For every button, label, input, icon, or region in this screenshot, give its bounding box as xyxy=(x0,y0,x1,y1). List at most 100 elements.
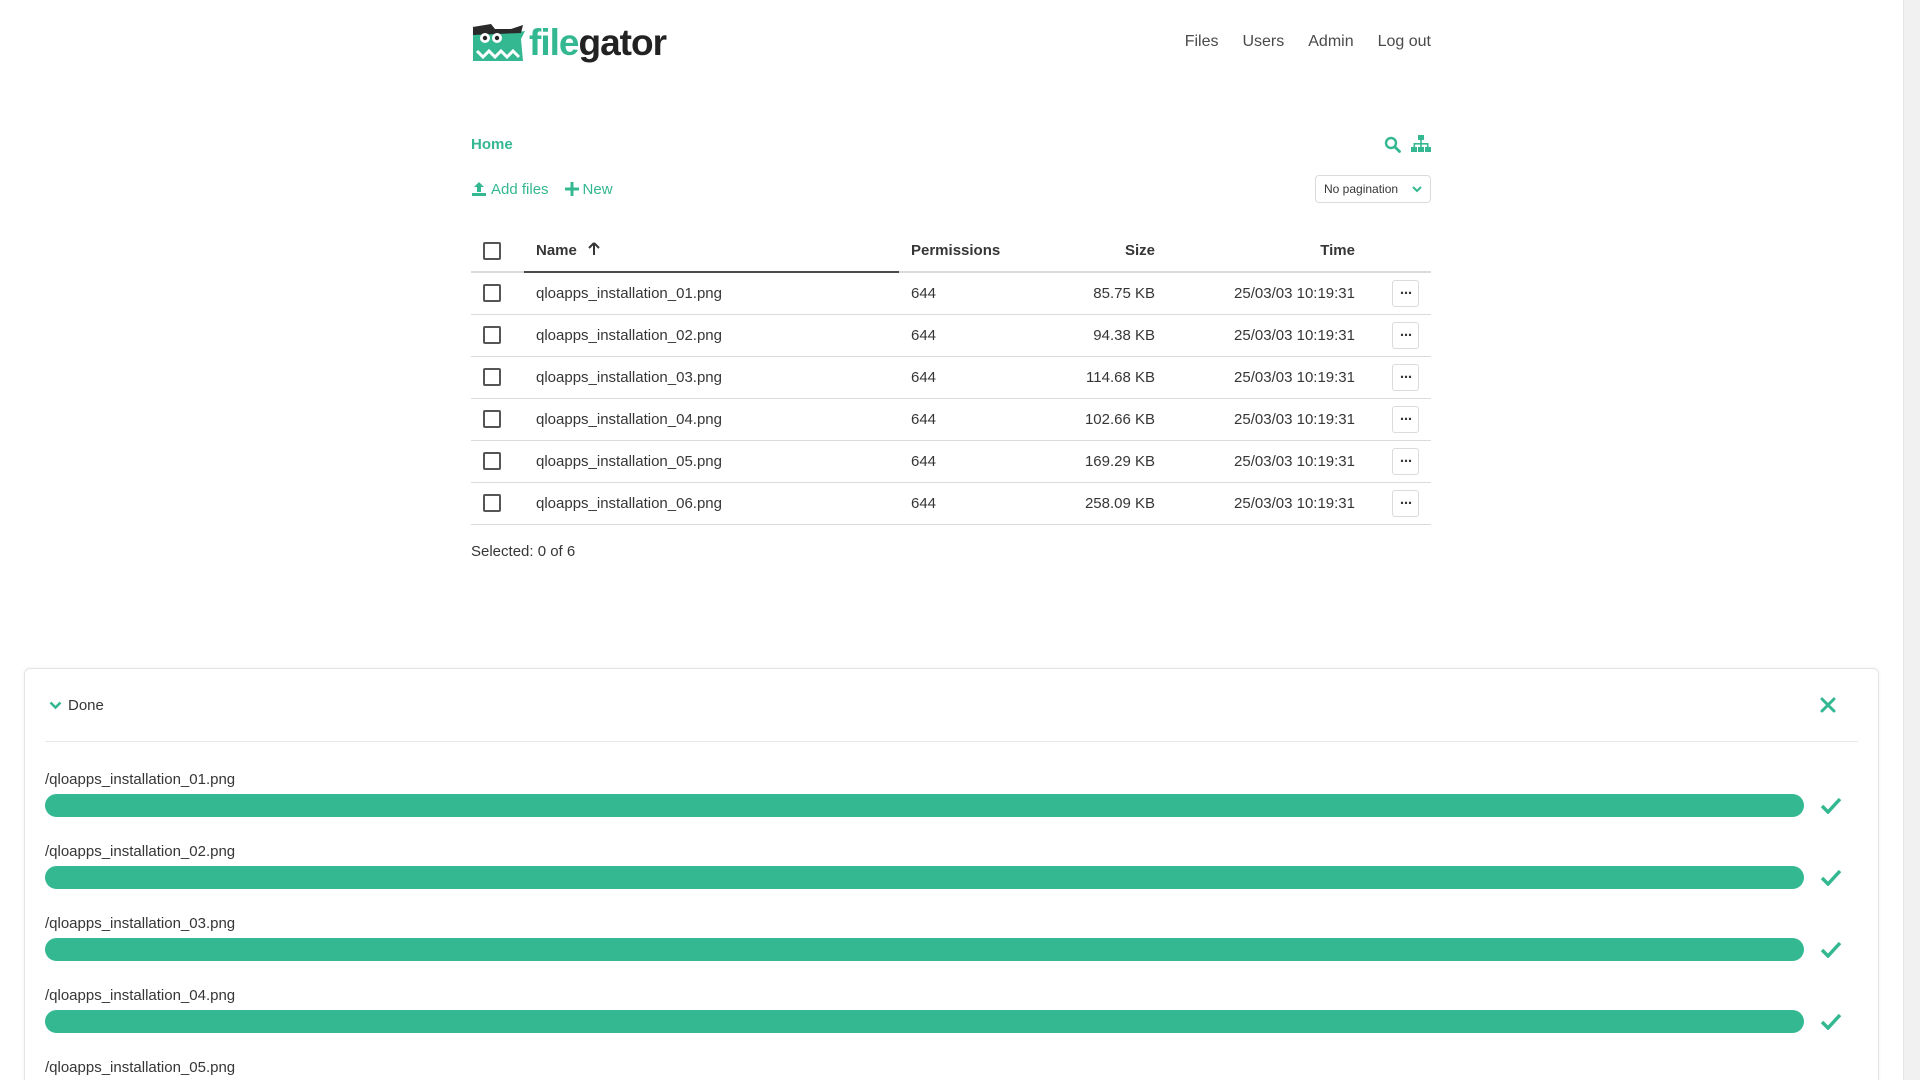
row-checkbox[interactable] xyxy=(483,326,501,345)
row-menu-button[interactable]: ⋯ xyxy=(1392,489,1419,517)
sort-ascending-icon xyxy=(588,242,600,255)
breadcrumb-tools xyxy=(1384,135,1431,153)
file-permissions: 644 xyxy=(899,398,1029,441)
upload-file-path: /qloapps_installation_02.png xyxy=(45,843,236,860)
brand-name: filegator xyxy=(529,21,667,63)
nav-logout[interactable]: Log out xyxy=(1378,33,1431,51)
select-all-cell xyxy=(471,230,524,273)
select-all-checkbox[interactable] xyxy=(483,241,501,260)
upload-status: Done xyxy=(68,696,104,714)
file-name[interactable]: qloapps_installation_01.png xyxy=(524,272,899,315)
file-name[interactable]: qloapps_installation_05.png xyxy=(524,440,899,483)
row-checkbox[interactable] xyxy=(483,494,501,513)
file-size: 114.68 KB xyxy=(1029,356,1167,399)
breadcrumb-row: Home xyxy=(471,132,1431,156)
file-time: 25/03/03 10:19:31 xyxy=(1167,314,1367,357)
row-menu-button[interactable]: ⋯ xyxy=(1392,447,1419,475)
files-table: Name Permissions Size Time qloapps_insta… xyxy=(471,230,1431,525)
table-row[interactable]: qloapps_installation_03.png 644 114.68 K… xyxy=(471,356,1431,399)
column-name-label: Name xyxy=(536,242,577,259)
upload-progress-bar xyxy=(45,1010,1804,1033)
search-icon[interactable] xyxy=(1384,136,1401,153)
upload-icon xyxy=(472,182,486,196)
upload-file-path: /qloapps_installation_04.png xyxy=(45,987,236,1004)
file-permissions: 644 xyxy=(899,440,1029,483)
upload-item: /qloapps_installation_02.png xyxy=(25,842,1878,889)
upload-file-path: /qloapps_installation_01.png xyxy=(45,771,236,788)
new-label: New xyxy=(582,180,613,198)
close-icon[interactable] xyxy=(1820,697,1836,713)
upload-item: /qloapps_installation_04.png xyxy=(25,986,1878,1033)
column-header-actions xyxy=(1367,230,1431,273)
file-size: 94.38 KB xyxy=(1029,314,1167,357)
upload-progress-panel: Done /qloapps_installation_01.png /qloap… xyxy=(24,668,1879,1080)
pagination-select[interactable]: No pagination xyxy=(1315,175,1431,203)
upload-panel-header: Done xyxy=(25,669,1858,741)
add-files-label: Add files xyxy=(491,180,549,198)
row-menu-button[interactable]: ⋯ xyxy=(1392,405,1419,433)
upload-progress-bar xyxy=(45,938,1804,961)
row-checkbox[interactable] xyxy=(483,368,501,387)
selection-count: Selected: 0 of 6 xyxy=(471,542,576,560)
upload-collapse-toggle[interactable]: Done xyxy=(49,697,104,714)
upload-item: /qloapps_installation_01.png xyxy=(25,770,1878,817)
check-icon xyxy=(1820,941,1842,958)
row-menu-button[interactable]: ⋯ xyxy=(1392,279,1419,307)
upload-file-path: /qloapps_installation_03.png xyxy=(45,915,236,932)
row-checkbox[interactable] xyxy=(483,452,501,471)
upload-progress-bar xyxy=(45,794,1804,817)
page-scrollbar[interactable] xyxy=(1903,0,1920,1080)
check-icon xyxy=(1820,797,1842,814)
row-checkbox[interactable] xyxy=(483,284,501,303)
check-icon xyxy=(1820,1013,1842,1030)
check-icon xyxy=(1820,869,1842,886)
table-row[interactable]: qloapps_installation_06.png 644 258.09 K… xyxy=(471,482,1431,525)
file-permissions: 644 xyxy=(899,272,1029,315)
upload-file-path: /qloapps_installation_05.png xyxy=(45,1059,236,1076)
plus-icon xyxy=(564,182,579,196)
file-actions: Add files New xyxy=(471,181,613,198)
column-header-size[interactable]: Size xyxy=(1029,230,1167,273)
column-header-permissions[interactable]: Permissions xyxy=(899,230,1029,273)
sitemap-icon[interactable] xyxy=(1411,135,1431,153)
table-row[interactable]: qloapps_installation_04.png 644 102.66 K… xyxy=(471,398,1431,441)
file-name[interactable]: qloapps_installation_06.png xyxy=(524,482,899,525)
toolbar: Add files New No pagination xyxy=(471,172,1431,206)
table-row[interactable]: qloapps_installation_01.png 644 85.75 KB… xyxy=(471,272,1431,315)
file-size: 102.66 KB xyxy=(1029,398,1167,441)
row-checkbox[interactable] xyxy=(483,410,501,429)
file-name[interactable]: qloapps_installation_03.png xyxy=(524,356,899,399)
file-permissions: 644 xyxy=(899,482,1029,525)
row-menu-button[interactable]: ⋯ xyxy=(1392,363,1419,391)
upload-item: /qloapps_installation_03.png xyxy=(25,914,1878,961)
upload-divider xyxy=(45,741,1858,742)
file-name[interactable]: qloapps_installation_02.png xyxy=(524,314,899,357)
main-container: filegator Files Users Admin Log out Home xyxy=(471,0,1431,560)
file-name[interactable]: qloapps_installation_04.png xyxy=(524,398,899,441)
file-permissions: 644 xyxy=(899,314,1029,357)
column-header-time[interactable]: Time xyxy=(1167,230,1367,273)
nav-admin[interactable]: Admin xyxy=(1308,33,1353,51)
file-time: 25/03/03 10:19:31 xyxy=(1167,482,1367,525)
chevron-down-icon xyxy=(49,701,62,709)
file-time: 25/03/03 10:19:31 xyxy=(1167,272,1367,315)
table-row[interactable]: qloapps_installation_05.png 644 169.29 K… xyxy=(471,440,1431,483)
pagination-value: No pagination xyxy=(1324,182,1399,196)
upload-item: /qloapps_installation_05.png xyxy=(25,1058,1878,1080)
file-size: 85.75 KB xyxy=(1029,272,1167,315)
logo[interactable]: filegator xyxy=(471,21,667,63)
column-header-name[interactable]: Name xyxy=(524,230,899,273)
main-menu: Files Users Admin Log out xyxy=(1185,33,1431,51)
file-size: 169.29 KB xyxy=(1029,440,1167,483)
add-files-button[interactable]: Add files xyxy=(471,181,549,198)
file-time: 25/03/03 10:19:31 xyxy=(1167,440,1367,483)
top-navbar: filegator Files Users Admin Log out xyxy=(471,0,1431,84)
file-time: 25/03/03 10:19:31 xyxy=(1167,398,1367,441)
nav-files[interactable]: Files xyxy=(1185,33,1219,51)
row-menu-button[interactable]: ⋯ xyxy=(1392,321,1419,349)
table-row[interactable]: qloapps_installation_02.png 644 94.38 KB… xyxy=(471,314,1431,357)
new-button[interactable]: New xyxy=(564,180,613,198)
nav-users[interactable]: Users xyxy=(1242,33,1284,51)
breadcrumb-home[interactable]: Home xyxy=(471,136,513,153)
file-time: 25/03/03 10:19:31 xyxy=(1167,356,1367,399)
